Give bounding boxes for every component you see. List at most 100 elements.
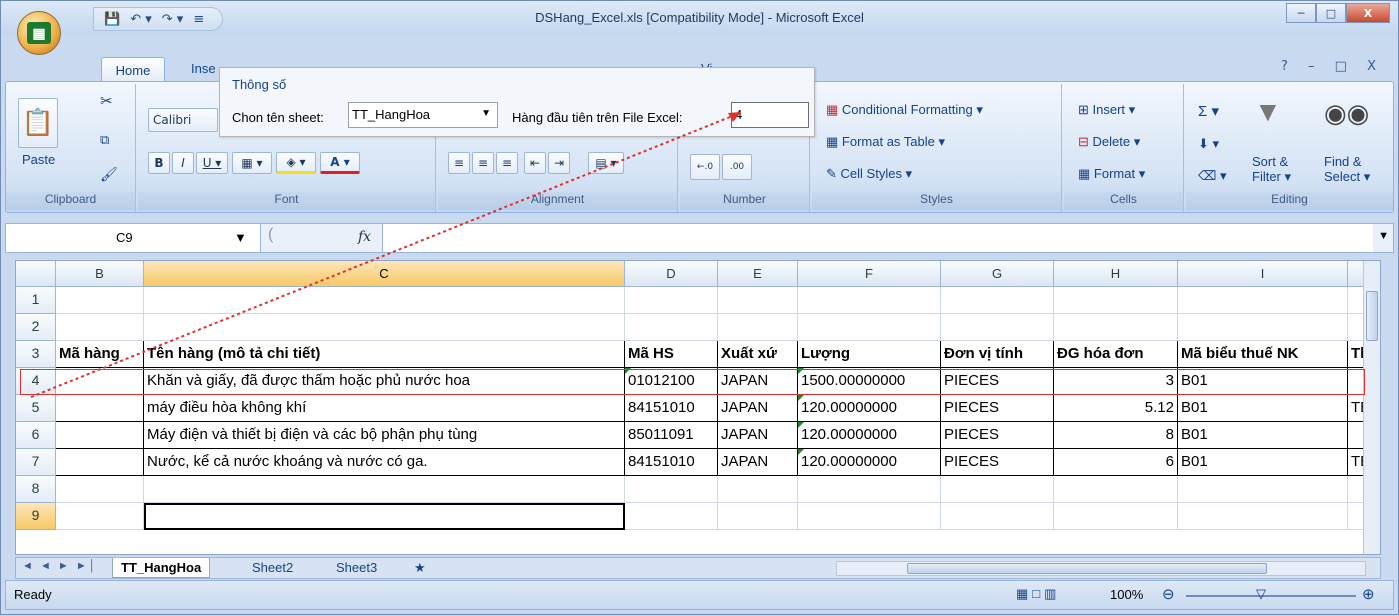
cell[interactable]: PIECES	[941, 395, 1054, 422]
cell[interactable]: 01012100	[625, 368, 718, 395]
cell[interactable]: B01	[1178, 395, 1348, 422]
cell[interactable]: PIECES	[941, 422, 1054, 449]
cell[interactable]	[56, 314, 144, 341]
cell[interactable]	[718, 503, 798, 530]
fill-color-icon[interactable]: ◈ ▾	[276, 152, 316, 174]
cell[interactable]: PIECES	[941, 449, 1054, 476]
format-painter-icon[interactable]: 🖌	[100, 166, 118, 183]
paste-button[interactable]: Paste	[22, 152, 55, 167]
cell[interactable]: máy điều hòa không khí	[144, 395, 625, 422]
vertical-scrollbar[interactable]	[1363, 261, 1380, 554]
insert-function-icon[interactable]: fx	[358, 229, 371, 245]
cell[interactable]	[625, 476, 718, 503]
formula-input[interactable]	[382, 224, 1373, 252]
cell[interactable]	[798, 476, 941, 503]
zoom-slider[interactable]	[1186, 595, 1356, 597]
insert-cells-button[interactable]: ⊞ Insert ▾	[1078, 102, 1135, 118]
cell[interactable]: 84151010	[625, 449, 718, 476]
cell[interactable]: B01	[1178, 449, 1348, 476]
cell[interactable]	[1178, 314, 1348, 341]
cell[interactable]: B01	[1178, 368, 1348, 395]
header-cell[interactable]: Xuất xứ	[718, 341, 798, 368]
spreadsheet-grid[interactable]: B C D E F G H I 1 2 3 Mã hàng Tên hàng (…	[15, 260, 1381, 555]
cell[interactable]	[1178, 287, 1348, 314]
cell[interactable]: 84151010	[625, 395, 718, 422]
column-header-e[interactable]: E	[718, 261, 798, 287]
header-cell[interactable]: Mã biểu thuế NK	[1178, 341, 1348, 368]
cell[interactable]: 8	[1054, 422, 1178, 449]
tab-home[interactable]: Home	[101, 57, 165, 82]
zoom-in-icon[interactable]: ⊕	[1362, 585, 1375, 603]
cell[interactable]: PIECES	[941, 368, 1054, 395]
column-header-f[interactable]: F	[798, 261, 941, 287]
find-select-button[interactable]: Find & Select ▾	[1324, 154, 1370, 185]
row-header[interactable]: 4	[16, 368, 56, 395]
maximize-button[interactable]: □	[1316, 3, 1346, 23]
column-header-d[interactable]: D	[625, 261, 718, 287]
row-header[interactable]: 1	[16, 287, 56, 314]
cell[interactable]	[718, 476, 798, 503]
decrease-decimal-icon[interactable]: .00	[722, 154, 752, 180]
cell[interactable]	[941, 476, 1054, 503]
column-header-c[interactable]: C	[144, 261, 625, 287]
align-right-icon[interactable]: ≡	[496, 152, 518, 174]
merge-center-icon[interactable]: ▤ ▾	[588, 152, 624, 174]
row-header[interactable]: 3	[16, 341, 56, 368]
cell[interactable]: 120.00000000	[798, 449, 941, 476]
align-left-icon[interactable]: ≡	[448, 152, 470, 174]
name-box-dropdown-icon[interactable]: ▼	[234, 230, 247, 245]
cell[interactable]: 120.00000000	[798, 395, 941, 422]
fill-icon[interactable]: ⬇ ▾	[1198, 136, 1219, 152]
cell[interactable]	[1054, 314, 1178, 341]
cell[interactable]	[625, 287, 718, 314]
select-all-corner[interactable]	[16, 261, 56, 287]
format-cells-button[interactable]: ▦ Format ▾	[1078, 166, 1145, 182]
horizontal-scroll-thumb[interactable]	[907, 563, 1267, 574]
cell[interactable]	[941, 503, 1054, 530]
paste-icon[interactable]: 📋	[18, 98, 58, 148]
cell[interactable]: 1500.00000000	[798, 368, 941, 395]
cell[interactable]	[56, 395, 144, 422]
header-cell[interactable]: Tên hàng (mô tả chi tiết)	[144, 341, 625, 368]
cell[interactable]	[718, 314, 798, 341]
cell[interactable]	[56, 503, 144, 530]
zoom-out-icon[interactable]: ⊖	[1162, 585, 1175, 603]
cell[interactable]	[1054, 476, 1178, 503]
sheet-tab-sheet3[interactable]: Sheet3	[336, 558, 377, 578]
cell[interactable]	[144, 287, 625, 314]
italic-button[interactable]: I	[172, 152, 194, 174]
cell[interactable]: 85011091	[625, 422, 718, 449]
scroll-thumb[interactable]	[1366, 291, 1378, 341]
cell[interactable]: Máy điện và thiết bị điện và các bộ phận…	[144, 422, 625, 449]
column-header-g[interactable]: G	[941, 261, 1054, 287]
expand-formula-icon[interactable]: ▼	[1378, 230, 1389, 242]
first-row-input[interactable]: 4	[731, 102, 809, 128]
active-cell[interactable]	[144, 503, 625, 530]
increase-decimal-icon[interactable]: ←.0	[690, 154, 720, 180]
cell[interactable]: JAPAN	[718, 422, 798, 449]
column-header-h[interactable]: H	[1054, 261, 1178, 287]
zoom-slider-thumb[interactable]: ▽	[1256, 586, 1266, 602]
font-name-select[interactable]: Calibri	[148, 108, 218, 132]
insert-sheet-icon[interactable]: ★	[414, 558, 426, 578]
cell[interactable]	[56, 476, 144, 503]
cell[interactable]: B01	[1178, 422, 1348, 449]
cell[interactable]	[1178, 503, 1348, 530]
row-header[interactable]: 7	[16, 449, 56, 476]
cell[interactable]	[625, 503, 718, 530]
header-cell[interactable]: Mã HS	[625, 341, 718, 368]
sheet-tab-sheet2[interactable]: Sheet2	[252, 558, 293, 578]
cell[interactable]	[144, 476, 625, 503]
cell[interactable]	[56, 287, 144, 314]
borders-icon[interactable]: ▦ ▾	[232, 152, 272, 174]
cell[interactable]: Nước, kể cả nước khoáng và nước có ga.	[144, 449, 625, 476]
header-cell[interactable]: Mã hàng	[56, 341, 144, 368]
cell-styles-button[interactable]: ✎ Cell Styles ▾	[826, 166, 912, 182]
cell[interactable]: JAPAN	[718, 449, 798, 476]
cut-icon[interactable]: ✂	[100, 92, 113, 110]
cell[interactable]: 120.00000000	[798, 422, 941, 449]
row-header[interactable]: 6	[16, 422, 56, 449]
row-header[interactable]: 2	[16, 314, 56, 341]
cell[interactable]	[56, 368, 144, 395]
font-color-icon[interactable]: A ▾	[320, 152, 360, 174]
